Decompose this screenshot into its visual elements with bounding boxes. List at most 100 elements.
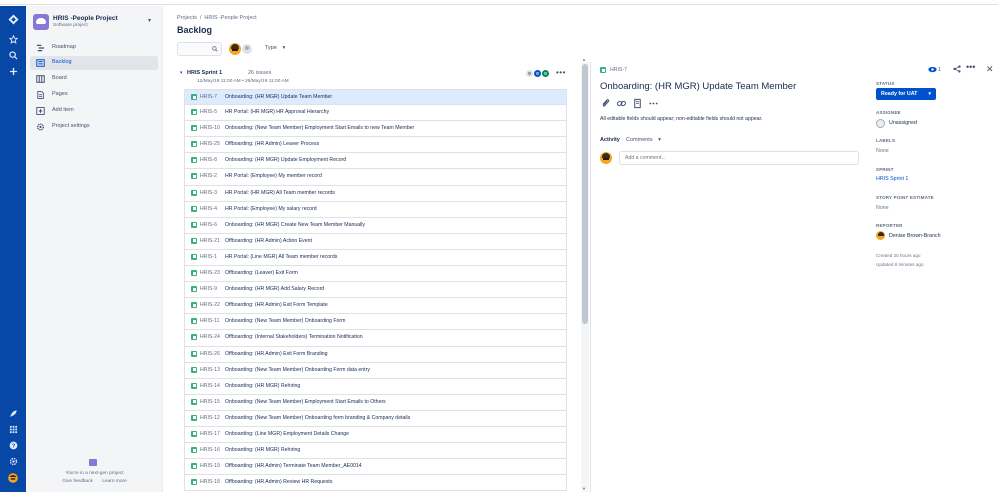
sidebar-item-pages[interactable]: Pages xyxy=(30,88,158,102)
issue-key[interactable]: HRIS-26 xyxy=(200,351,220,357)
sidebar-item-project-settings[interactable]: Project settings xyxy=(30,120,158,134)
sprint-value-link[interactable]: HRIS Sprint 1 xyxy=(876,176,908,182)
sprint-name[interactable]: HRIS Sprint 1 xyxy=(187,70,222,76)
issue-summary[interactable]: Offboarding: (HR Admin) Terminate Team M… xyxy=(225,463,362,469)
chevron-down-icon[interactable]: ▾ xyxy=(148,17,151,24)
issue-key[interactable]: HRIS-16 xyxy=(200,447,220,453)
add-comment-input[interactable] xyxy=(619,151,859,165)
issue-row[interactable]: HRIS-24 Offboarding: (Internal Stakeholde… xyxy=(184,330,567,347)
issue-summary[interactable]: Onboarding: (HR MGR) Update Employment R… xyxy=(225,157,346,163)
breadcrumb-projects[interactable]: Projects xyxy=(177,15,197,21)
give-feedback-link[interactable]: Give feedback xyxy=(62,479,93,484)
scroll-down-arrow-icon[interactable]: ▼ xyxy=(582,486,586,491)
story-point-estimate-value[interactable]: None xyxy=(876,205,889,211)
issue-summary[interactable]: Onboarding: (HR MGR) Rehiring xyxy=(225,447,300,453)
issue-summary[interactable]: Offboarding: (HR Admin) Exit Form Brandi… xyxy=(225,351,328,357)
issue-key[interactable]: HRIS-18 xyxy=(200,479,220,485)
issue-summary[interactable]: Offboarding: (HR Admin) Review HR Reques… xyxy=(225,479,332,485)
project-name[interactable]: HRIS -People Project xyxy=(53,15,118,22)
issue-summary[interactable]: Onboarding: (HR MGR) Update Team Member xyxy=(225,94,332,100)
settings-gear-icon[interactable] xyxy=(4,457,22,473)
assignee-value[interactable]: Unassigned xyxy=(889,120,917,126)
issue-row[interactable]: HRIS-12 Onboarding: (New Team Member) Onb… xyxy=(184,410,567,427)
issue-summary[interactable]: Offboarding: (HR Admin) Exit Form Templa… xyxy=(225,302,328,308)
status-dropdown-button[interactable]: Ready for UAT ▾ xyxy=(876,88,936,100)
issue-summary[interactable]: Offboarding: (HR Admin) Action Event xyxy=(225,238,312,244)
issue-summary[interactable]: Onboarding: (HR MGR) Rehiring xyxy=(225,383,300,389)
issue-row[interactable]: HRIS-2 HR Portal: (Employee) My member re… xyxy=(184,169,567,186)
issue-key[interactable]: HRIS-1 xyxy=(200,254,217,260)
issue-row[interactable]: HRIS-16 Onboarding: (HR MGR) Rehiring xyxy=(184,443,567,460)
issue-row[interactable]: HRIS-15 Onboarding: (New Team Member) Emp… xyxy=(184,394,567,411)
panel-divider[interactable] xyxy=(590,62,591,492)
issue-key[interactable]: HRIS-22 xyxy=(200,302,220,308)
reporter-value[interactable]: Denise Brown-Branch xyxy=(889,233,941,239)
unassigned-filter-avatar[interactable] xyxy=(241,43,253,55)
issue-key[interactable]: HRIS-19 xyxy=(200,463,220,469)
issue-row[interactable]: HRIS-1 HR Portal: (Line MGR) All Team mem… xyxy=(184,249,567,267)
issue-summary[interactable]: Offboarding: (Internal Stakeholders) Ter… xyxy=(225,334,363,340)
help-icon[interactable]: ? xyxy=(4,441,22,457)
issue-row[interactable]: HRIS-22 Offboarding: (HR Admin) Exit Form… xyxy=(184,298,567,315)
issue-key[interactable]: HRIS-8 xyxy=(200,157,217,163)
issue-summary[interactable]: HR Portal: (HR MGR) All Team member reco… xyxy=(225,190,335,196)
issue-row[interactable]: HRIS-6 Onboarding: (HR MGR) Create New Te… xyxy=(184,217,567,234)
sidebar-item-backlog[interactable]: Backlog xyxy=(30,56,158,70)
scroll-up-arrow-icon[interactable]: ▲ xyxy=(582,57,586,62)
search-input[interactable] xyxy=(178,49,210,61)
issue-key[interactable]: HRIS-10 xyxy=(200,125,220,131)
issue-summary[interactable]: Onboarding: (New Team Member) Onboarding… xyxy=(225,415,410,421)
sprint-more-button[interactable]: ••• xyxy=(556,68,566,77)
issue-summary[interactable]: HR Portal: (HR MGR) HR Approval Hierarch… xyxy=(225,109,329,115)
issue-summary[interactable]: Onboarding: (HR MGR) Add Salary Record xyxy=(225,286,324,292)
issue-row[interactable]: HRIS-18 Offboarding: (HR Admin) Review HR… xyxy=(184,475,567,492)
issue-summary[interactable]: Onboarding: (New Team Member) Onboarding… xyxy=(225,367,370,373)
detail-more-button[interactable]: ••• xyxy=(966,62,975,72)
issue-row[interactable]: HRIS-7 Onboarding: (HR MGR) Update Team M… xyxy=(184,89,567,106)
issue-description[interactable]: All editable fields should appear; non-e… xyxy=(600,116,762,122)
issue-row[interactable]: HRIS-17 Onboarding: (Line MGR) Employment… xyxy=(184,426,567,444)
issue-summary[interactable]: Onboarding: (New Team Member) Employment… xyxy=(225,125,414,131)
issue-key[interactable]: HRIS-25 xyxy=(200,141,220,147)
issue-key[interactable]: HRIS-9 xyxy=(200,286,217,292)
link-icon[interactable] xyxy=(616,98,627,109)
watch-eye-icon[interactable] xyxy=(928,66,937,73)
backlog-scrollbar-thumb[interactable] xyxy=(582,64,588,324)
close-icon[interactable]: ✕ xyxy=(986,64,994,75)
issue-key[interactable]: HRIS-14 xyxy=(200,383,220,389)
issue-key[interactable]: HRIS-15 xyxy=(200,399,220,405)
issue-row[interactable]: HRIS-19 Offboarding: (HR Admin) Terminate… xyxy=(184,459,567,476)
sidebar-item-add-item[interactable]: Add item xyxy=(30,104,158,118)
share-icon[interactable] xyxy=(953,65,961,73)
child-issue-icon[interactable] xyxy=(632,98,643,109)
issue-summary[interactable]: HR Portal: (Employee) My member record xyxy=(225,173,322,179)
user-avatar-icon[interactable] xyxy=(4,473,22,489)
issue-row[interactable]: HRIS-23 Offboarding: (Leaver) Exit Form xyxy=(184,266,567,283)
labels-value[interactable]: None xyxy=(876,148,889,154)
rocket-icon[interactable] xyxy=(4,409,22,425)
type-filter-dropdown[interactable]: Type ▾ xyxy=(265,45,285,51)
sprint-collapse-toggle[interactable]: ▾ xyxy=(180,70,183,76)
issue-key[interactable]: HRIS-4 xyxy=(200,206,217,212)
issue-row[interactable]: HRIS-21 Offboarding: (HR Admin) Action Ev… xyxy=(184,233,567,250)
issue-row[interactable]: HRIS-8 Onboarding: (HR MGR) Update Employ… xyxy=(184,153,567,170)
attachment-icon[interactable] xyxy=(600,98,611,109)
issue-key[interactable]: HRIS-5 xyxy=(200,109,217,115)
sidebar-item-board[interactable]: Board xyxy=(30,72,158,86)
breadcrumb-project[interactable]: HRIS -People Project xyxy=(204,15,256,21)
detail-issue-key[interactable]: HRIS-7 xyxy=(610,67,627,73)
activity-filter-dropdown[interactable]: Comments ▾ xyxy=(626,137,661,143)
issue-key[interactable]: HRIS-12 xyxy=(200,415,220,421)
issue-row[interactable]: HRIS-14 Onboarding: (HR MGR) Rehiring xyxy=(184,378,567,395)
issue-row[interactable]: HRIS-5 HR Portal: (HR MGR) HR Approval Hi… xyxy=(184,105,567,122)
issue-key[interactable]: HRIS-7 xyxy=(200,94,217,100)
issue-row[interactable]: HRIS-13 Onboarding: (New Team Member) Onb… xyxy=(184,362,567,379)
issue-summary[interactable]: Onboarding: (New Team Member) Onboarding… xyxy=(225,318,345,324)
issue-summary[interactable]: Onboarding: (New Team Member) Employment… xyxy=(225,399,386,405)
issue-row[interactable]: HRIS-3 HR Portal: (HR MGR) All Team membe… xyxy=(184,185,567,202)
issue-summary[interactable]: Offboarding: (Leaver) Exit Form xyxy=(225,270,298,276)
search-field[interactable] xyxy=(177,42,222,61)
app-switcher-icon[interactable] xyxy=(4,425,22,441)
issue-row[interactable]: HRIS-26 Offboarding: (HR Admin) Exit Form… xyxy=(184,346,567,363)
issue-key[interactable]: HRIS-17 xyxy=(200,431,220,437)
